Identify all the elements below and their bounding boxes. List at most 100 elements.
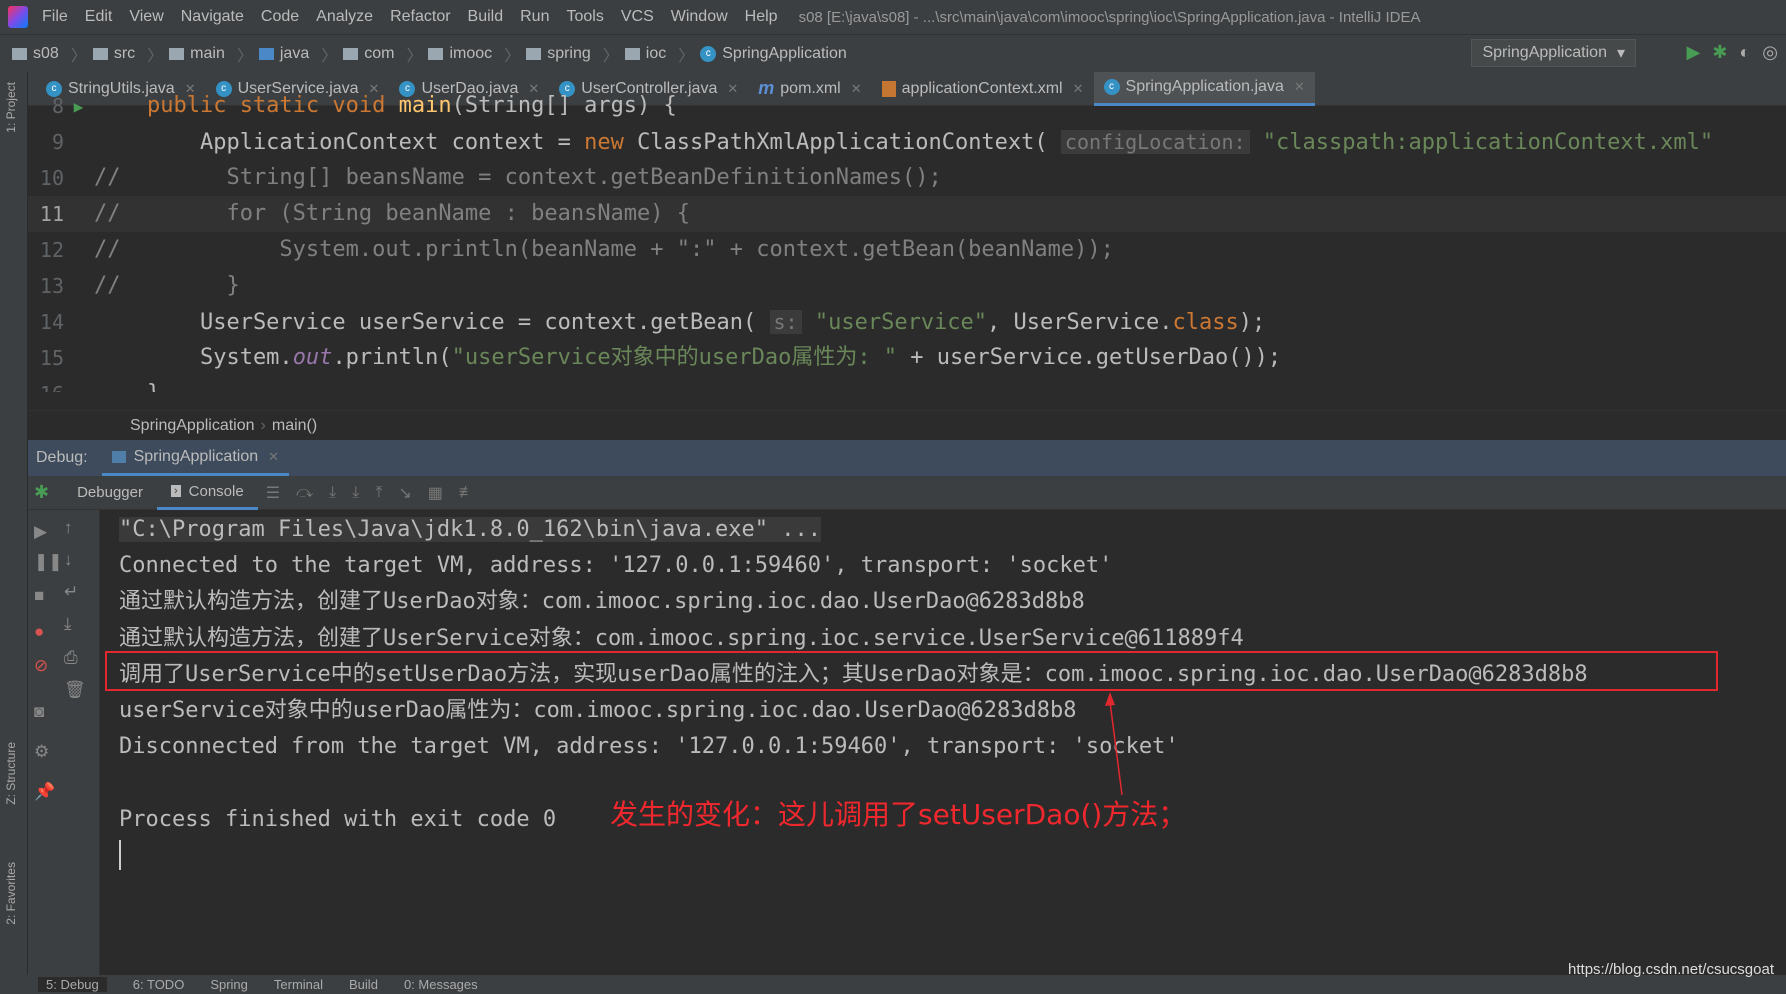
coverage-icon[interactable]: ◐ <box>1739 42 1750 63</box>
menu-item-tools[interactable]: Tools <box>566 8 603 26</box>
console-line: userService对象中的userDao属性为：com.imooc.spri… <box>119 693 1786 729</box>
line-number: 14 <box>39 310 64 334</box>
console-text: Disconnected from the target VM, address… <box>119 734 1179 760</box>
run-config-select[interactable]: SpringApplication ▾ <box>1471 39 1636 67</box>
tool-window-6--todo[interactable]: 6: TODO <box>133 977 185 992</box>
code-token: } <box>94 381 160 392</box>
menu-item-build[interactable]: Build <box>468 8 504 26</box>
code-text: } <box>94 376 160 392</box>
watermark: https://blog.csdn.net/csucsgoat <box>1568 961 1774 978</box>
step-into-icon[interactable]: ⤓ <box>329 484 336 502</box>
nav-crumb-label: s08 <box>33 44 59 62</box>
breakpoints-icon[interactable]: ● <box>34 622 44 642</box>
run-gutter-icon[interactable]: ▶ <box>64 97 84 116</box>
menu-icon[interactable]: ☰ <box>266 483 280 503</box>
nav-crumb[interactable]: imooc <box>428 45 492 63</box>
tool-window-5--debug[interactable]: 5: Debug <box>38 977 107 992</box>
stop-icon[interactable]: ■ <box>34 586 44 606</box>
structure-tool-button[interactable]: Z: Structure <box>4 742 18 805</box>
tool-window-0--messages[interactable]: 0: Messages <box>404 977 478 992</box>
menu-item-run[interactable]: Run <box>520 8 549 26</box>
nav-crumb[interactable]: main <box>169 45 225 63</box>
code-editor[interactable]: 8 ▶ public static void main(String[] arg… <box>28 88 1786 392</box>
step-over-icon[interactable]: ⤼ <box>296 484 313 502</box>
console-output[interactable]: "C:\Program Files\Java\jdk1.8.0_162\bin\… <box>100 510 1786 975</box>
menu-item-window[interactable]: Window <box>671 8 728 26</box>
menu-item-code[interactable]: Code <box>261 8 299 26</box>
up-icon[interactable]: ↑ <box>64 518 73 538</box>
nav-crumb[interactable]: s08 <box>12 45 59 63</box>
code-token: public static void <box>94 93 399 118</box>
console-text: "C:\Program Files\Java\jdk1.8.0_162\bin\… <box>119 517 821 542</box>
tab-debugger[interactable]: Debugger <box>63 476 157 510</box>
debug-header: Debug: SpringApplication ✕ <box>28 440 1786 476</box>
scroll-to-end-icon[interactable]: ⤓ <box>64 614 72 634</box>
nav-crumb-label: com <box>364 44 395 62</box>
clear-icon[interactable]: 🗑 <box>64 680 86 700</box>
menu-item-view[interactable]: View <box>129 8 163 26</box>
menu-item-file[interactable]: File <box>42 8 68 26</box>
nav-crumb[interactable]: java <box>258 45 309 63</box>
window-title: s08 [E:\java\s08] - ...\src\main\java\co… <box>798 8 1421 26</box>
code-line: 9 ApplicationContext context = new Class… <box>28 124 1786 160</box>
soft-wrap-icon[interactable]: ↵ <box>64 582 78 602</box>
menu-item-edit[interactable]: Edit <box>85 8 113 26</box>
debug-session-tab[interactable]: SpringApplication ✕ <box>101 440 290 476</box>
code-token: main <box>398 93 452 118</box>
favorites-tool-button[interactable]: 2: Favorites <box>4 862 18 925</box>
code-text: // for (String beanName : beansName) { <box>94 196 690 232</box>
chevron-right-icon: 〉 <box>70 47 87 65</box>
annotation-arrow <box>1105 692 1123 796</box>
run-icon[interactable]: ▶ <box>1686 42 1700 63</box>
code-line: 10 // String[] beansName = context.getBea… <box>28 160 1786 196</box>
code-token: // } <box>94 273 240 298</box>
step-out-icon[interactable]: ⤒ <box>375 484 382 502</box>
nav-crumb[interactable]: ioc <box>624 45 666 63</box>
menu-item-navigate[interactable]: Navigate <box>181 8 244 26</box>
console-line: Disconnected from the target VM, address… <box>119 729 1786 765</box>
settings-icon[interactable]: ⚙ <box>34 742 49 762</box>
code-token: // System.out.println(beanName + ":" + c… <box>94 237 1114 262</box>
code-text: ApplicationContext context = new ClassPa… <box>94 124 1713 160</box>
pin-icon[interactable]: 📌 <box>34 782 55 802</box>
mute-breakpoints-icon[interactable]: ⊘ <box>34 656 48 676</box>
chevron-right-icon: 〉 <box>321 47 338 65</box>
console-line: "C:\Program Files\Java\jdk1.8.0_162\bin\… <box>119 512 1786 548</box>
code-text: UserService userService = context.getBea… <box>94 304 1265 340</box>
console-line: Connected to the target VM, address: '12… <box>119 548 1786 584</box>
nav-crumb[interactable]: com <box>343 45 394 63</box>
evaluate-icon[interactable]: ▦ <box>428 483 443 503</box>
text-cursor <box>119 840 121 870</box>
code-token: (String[] args) { <box>451 93 677 118</box>
run-to-cursor-icon[interactable]: ↘ <box>398 483 411 503</box>
line-number: 8 <box>51 94 64 118</box>
tool-window-build[interactable]: Build <box>349 977 378 992</box>
menu-item-vcs[interactable]: VCS <box>621 8 654 26</box>
trace-icon[interactable]: ≢ <box>459 484 475 502</box>
breadcrumb-method[interactable]: main() <box>272 417 317 435</box>
nav-crumb[interactable]: src <box>92 45 135 63</box>
down-icon[interactable]: ↓ <box>64 550 73 570</box>
debug-icon[interactable]: ✱ <box>1712 42 1727 63</box>
print-icon[interactable]: ⎙ <box>64 648 78 668</box>
tool-window-terminal[interactable]: Terminal <box>274 977 323 992</box>
code-token: "userService" <box>801 310 988 335</box>
force-step-into-icon[interactable]: ⤓ <box>352 484 359 502</box>
camera-icon[interactable]: ◙ <box>34 702 44 722</box>
tab-console[interactable]: › Console <box>156 476 258 510</box>
nav-crumb-label: SpringApplication <box>722 44 847 62</box>
folder-icon <box>526 47 542 60</box>
profile-icon[interactable]: ◎ <box>1762 42 1778 63</box>
tool-window-spring[interactable]: Spring <box>210 977 248 992</box>
menu-item-help[interactable]: Help <box>745 8 778 26</box>
pause-icon[interactable]: ❚❚ <box>34 552 63 572</box>
left-tool-strip: 1: Project Z: Structure 2: Favorites <box>0 72 28 975</box>
menu-item-analyze[interactable]: Analyze <box>316 8 373 26</box>
menu-item-refactor[interactable]: Refactor <box>390 8 450 26</box>
nav-crumb[interactable]: spring <box>526 45 591 63</box>
project-tool-button[interactable]: 1: Project <box>4 82 18 133</box>
nav-crumb[interactable]: c SpringApplication <box>700 45 847 63</box>
close-icon[interactable]: ✕ <box>268 449 279 465</box>
breadcrumb-class[interactable]: SpringApplication <box>130 417 255 435</box>
resume-icon[interactable]: ▶ <box>34 522 47 542</box>
